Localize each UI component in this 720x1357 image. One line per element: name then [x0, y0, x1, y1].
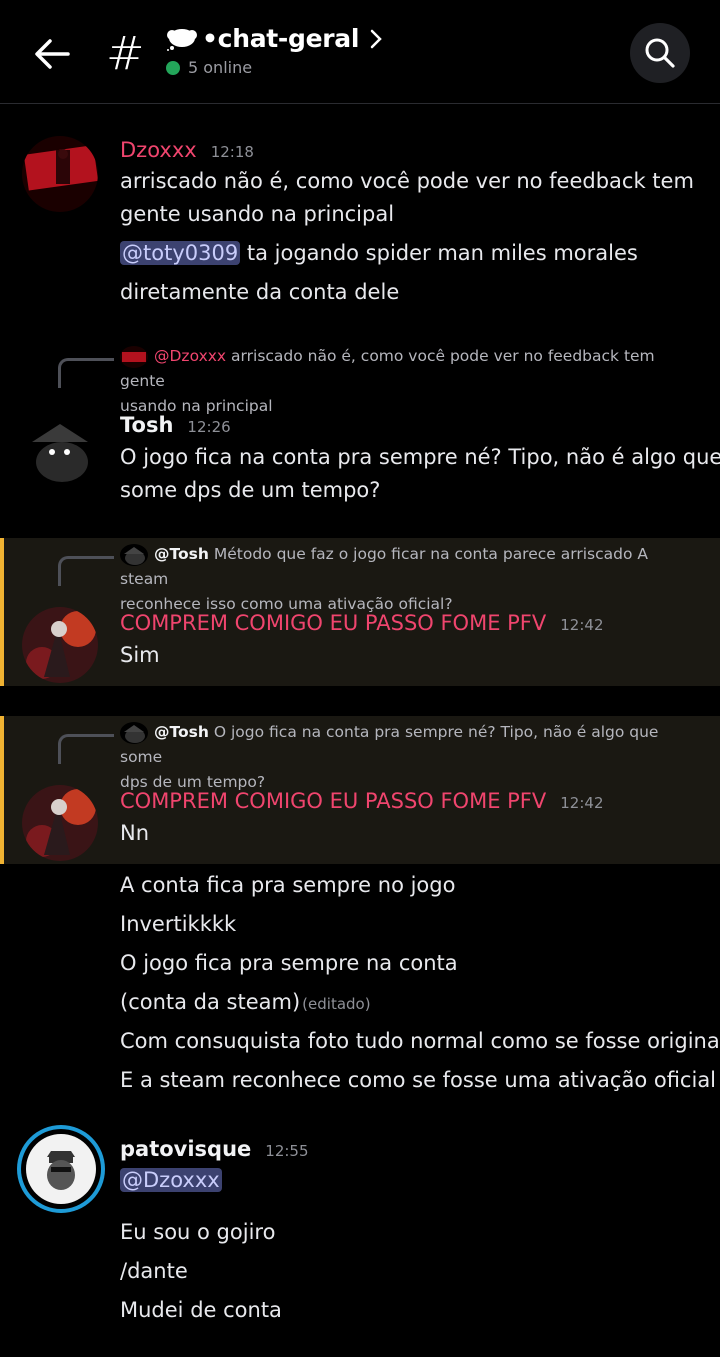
- reply-preview[interactable]: @Tosh Método que faz o jogo ficar na con…: [120, 542, 700, 617]
- avatar-tosh[interactable]: [22, 410, 98, 486]
- reply-avatar: [120, 543, 148, 566]
- text-channel-icon: #: [106, 26, 145, 80]
- user-mention[interactable]: @toty0309: [120, 241, 241, 265]
- message-line: O jogo fica na conta pra sempre né? Tipo…: [120, 445, 720, 469]
- message-line: Nn: [120, 821, 150, 845]
- back-button[interactable]: [30, 32, 74, 76]
- avatar-patovisque[interactable]: [17, 1125, 105, 1213]
- message-line: diretamente da conta dele: [120, 280, 400, 304]
- arrow-left-icon: [35, 39, 70, 69]
- message-author[interactable]: COMPREM COMIGO EU PASSO FOME PFV 12:42: [120, 609, 604, 639]
- search-icon: [645, 38, 675, 68]
- reply-author: @Tosh: [154, 723, 209, 741]
- reply-connector: [58, 358, 114, 388]
- message-line: Invertikkkk: [120, 912, 237, 936]
- edited-label: (editado): [302, 995, 371, 1013]
- message-timestamp: 12:55: [265, 1142, 309, 1160]
- message-timestamp: 12:42: [560, 794, 604, 812]
- message-line: Mudei de conta: [120, 1298, 282, 1322]
- online-dot-icon: [166, 60, 180, 75]
- avatar-dzoxxx[interactable]: [22, 136, 98, 212]
- channel-title-button[interactable]: •chat-geral: [166, 24, 383, 53]
- channel-header: # •chat-geral 5 online: [0, 0, 720, 104]
- avatar-comprem[interactable]: [22, 785, 98, 861]
- message-line-mention: @toty0309 ta jogando spider man miles mo…: [120, 241, 638, 265]
- reply-preview[interactable]: @Tosh O jogo fica na conta pra sempre né…: [120, 720, 700, 795]
- reply-preview[interactable]: @Dzoxxx arriscado não é, como você pode …: [120, 344, 700, 419]
- message-line-mention: @Dzoxxx: [120, 1165, 222, 1195]
- message-timestamp: 12:18: [210, 143, 254, 161]
- message-author[interactable]: Tosh 12:26: [120, 411, 231, 441]
- online-count: 5 online: [188, 58, 253, 77]
- message-line: E a steam reconhece como se fosse uma at…: [120, 1068, 717, 1092]
- message-timestamp: 12:42: [560, 616, 604, 634]
- reply-connector: [58, 734, 114, 764]
- message-line-edited: (conta da steam) (editado): [120, 990, 371, 1014]
- message-line: Com consuquista foto tudo normal como se…: [120, 1029, 720, 1053]
- message-line: arriscado não é, como você pode ver no f…: [120, 169, 694, 193]
- thought-balloon-icon: [167, 28, 197, 51]
- message-author[interactable]: COMPREM COMIGO EU PASSO FOME PFV 12:42: [120, 787, 604, 817]
- message-line: Eu sou o gojiro: [120, 1220, 276, 1244]
- chevron-right-icon: [370, 29, 382, 48]
- message-line: O jogo fica pra sempre na conta: [120, 951, 458, 975]
- online-status: 5 online: [166, 58, 252, 77]
- avatar-comprem[interactable]: [22, 607, 98, 683]
- message-author[interactable]: patovisque 12:55: [120, 1135, 309, 1165]
- reply-avatar: [120, 721, 148, 744]
- message-line: A conta fica pra sempre no jogo: [120, 873, 456, 897]
- message-line: gente usando na principal: [120, 202, 395, 226]
- reply-connector: [58, 556, 114, 586]
- message-line: Sim: [120, 643, 160, 667]
- message-line: some dps de um tempo?: [120, 478, 381, 502]
- reply-avatar: [120, 345, 148, 368]
- user-mention[interactable]: @Dzoxxx: [120, 1168, 222, 1192]
- reply-author: @Dzoxxx: [154, 347, 227, 365]
- message-author[interactable]: Dzoxxx 12:18: [120, 136, 254, 166]
- search-button[interactable]: [630, 23, 690, 83]
- message-line: /dante: [120, 1259, 188, 1283]
- message-timestamp: 12:26: [187, 418, 231, 436]
- channel-name: •chat-geral: [202, 24, 360, 53]
- reply-author: @Tosh: [154, 545, 209, 563]
